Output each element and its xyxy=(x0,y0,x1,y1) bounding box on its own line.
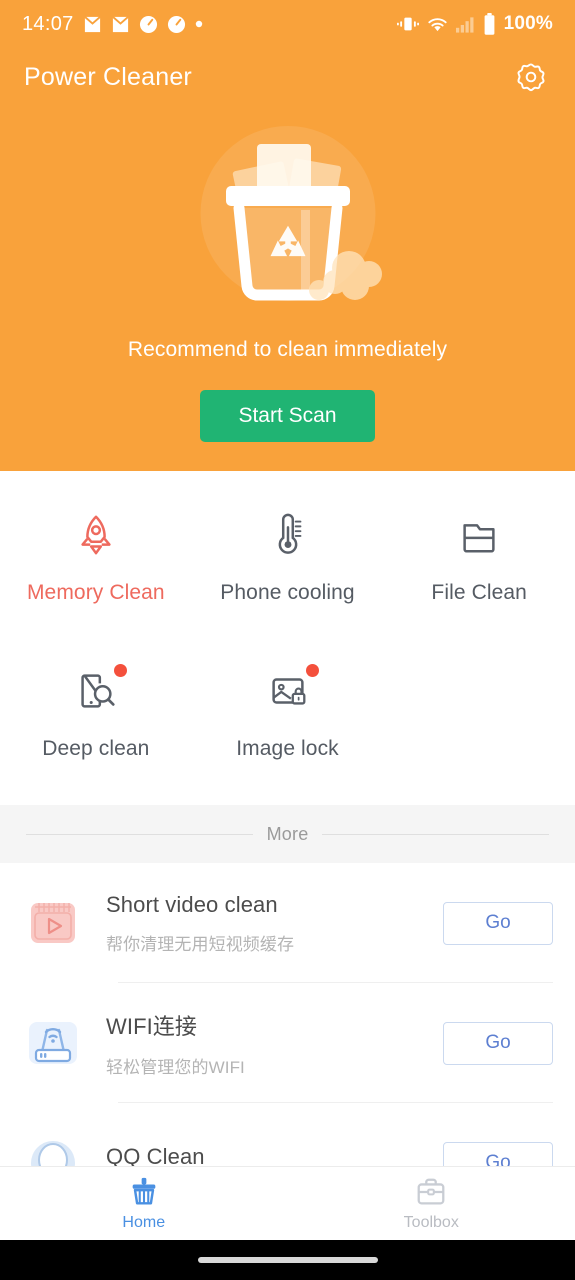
dot-icon xyxy=(195,20,202,28)
list-item[interactable]: Short video clean 帮你清理无用短视频缓存 Go xyxy=(0,863,575,983)
trash-can-recycle-icon xyxy=(225,144,382,301)
list-item-subtitle: 帮你清理无用短视频缓存 xyxy=(106,934,295,954)
mail-icon xyxy=(111,15,129,32)
feature-memory-clean[interactable]: Memory Clean xyxy=(0,497,192,615)
nav-item-toolbox[interactable]: Toolbox xyxy=(288,1167,575,1240)
folder-icon xyxy=(456,511,502,559)
feature-row-2: Deep clean Image lock xyxy=(0,653,575,771)
go-button[interactable]: Go xyxy=(443,901,553,945)
list-item-subtitle: 轻松管理您的WIFI xyxy=(106,1057,245,1077)
mail-icon xyxy=(83,15,101,32)
status-bar: 14:07 100% xyxy=(0,0,575,48)
feature-deep-clean[interactable]: Deep clean xyxy=(0,653,192,771)
list-item[interactable]: QQ Clean Go xyxy=(0,1103,575,1166)
feature-grid: Memory Clean Phone cooling File Clean De… xyxy=(0,471,575,771)
start-scan-button[interactable]: Start Scan xyxy=(200,390,375,442)
notification-badge xyxy=(113,664,127,677)
feature-row-1: Memory Clean Phone cooling File Clean xyxy=(0,497,575,615)
signal-bars-icon xyxy=(455,16,474,33)
film-play-icon xyxy=(22,892,84,954)
gear-icon xyxy=(517,63,545,92)
go-button[interactable]: Go xyxy=(443,1021,553,1065)
divider-line-left xyxy=(26,833,253,835)
notification-badge xyxy=(305,664,319,677)
status-time: 14:07 xyxy=(22,12,74,35)
settings-button[interactable] xyxy=(511,57,551,97)
feature-label: Phone cooling xyxy=(220,581,355,604)
feature-label: Memory Clean xyxy=(26,581,165,604)
feature-file-clean[interactable]: File Clean xyxy=(383,497,575,615)
nav-item-home[interactable]: Home xyxy=(0,1167,288,1240)
hero-illustration xyxy=(173,118,403,318)
list-item-title: QQ Clean xyxy=(106,1144,205,1166)
hero-subtitle: Recommend to clean immediately xyxy=(127,338,448,361)
app-bar: Power Cleaner xyxy=(0,48,575,106)
speedometer-icon xyxy=(167,15,185,33)
battery-percent: 100% xyxy=(503,13,553,34)
wifi-router-icon xyxy=(22,1012,84,1074)
nav-label: Home xyxy=(122,1214,166,1231)
feature-label: Deep clean xyxy=(42,737,150,760)
list-item-text: WIFI连接 轻松管理您的WIFI xyxy=(106,1009,443,1078)
vibrate-icon xyxy=(396,17,419,31)
divider-line-right xyxy=(322,833,549,835)
gesture-pill[interactable] xyxy=(197,1257,378,1263)
bottom-navigation: Home Toolbox xyxy=(0,1166,575,1240)
qq-icon xyxy=(22,1132,84,1166)
list-item-text: Short video clean 帮你清理无用短视频缓存 xyxy=(106,892,443,955)
list-item-text: QQ Clean xyxy=(106,1144,443,1166)
hero-section: Recommend to clean immediately Start Sca… xyxy=(0,106,575,471)
go-button[interactable]: Go xyxy=(443,1141,553,1166)
list-item[interactable]: WIFI连接 轻松管理您的WIFI Go xyxy=(0,983,575,1103)
feature-phone-cooling[interactable]: Phone cooling xyxy=(192,497,384,615)
briefcase-icon xyxy=(417,1178,445,1205)
list-item-title: WIFI连接 xyxy=(106,1013,198,1039)
status-bar-right: 100% xyxy=(396,13,553,35)
rocket-icon xyxy=(73,511,119,559)
broom-icon xyxy=(132,1177,156,1205)
feature-label: Image lock xyxy=(236,737,339,760)
thermometer-icon xyxy=(265,511,311,559)
system-gesture-bar xyxy=(0,1240,575,1280)
page-title: Power Cleaner xyxy=(24,62,192,91)
status-bar-left: 14:07 xyxy=(22,13,203,36)
app-screen: 14:07 100% Power Cleaner Recommend to cl… xyxy=(0,0,575,1280)
promo-list: Short video clean 帮你清理无用短视频缓存 Go WIFI连接 … xyxy=(0,863,575,1166)
more-label: More xyxy=(266,823,309,844)
speedometer-icon xyxy=(139,15,157,33)
nav-label: Toolbox xyxy=(403,1214,459,1231)
phone-search-icon xyxy=(73,664,127,715)
feature-label: File Clean xyxy=(431,581,527,604)
image-lock-icon xyxy=(265,664,319,715)
battery-icon xyxy=(484,13,494,35)
list-item-title: Short video clean xyxy=(106,891,278,917)
wifi-icon xyxy=(427,17,447,31)
more-divider: More xyxy=(0,805,575,863)
feature-image-lock[interactable]: Image lock xyxy=(192,653,384,771)
